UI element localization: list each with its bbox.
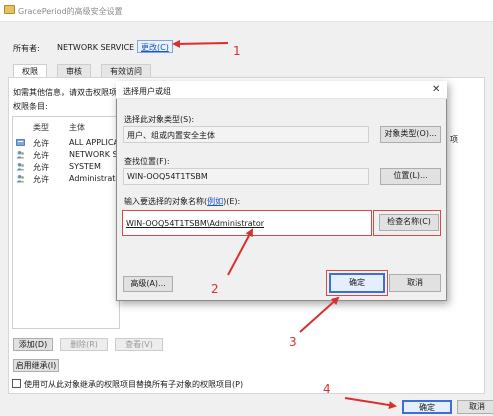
view-button[interactable]: 查看(V) — [115, 338, 163, 351]
user-icon — [16, 175, 25, 183]
owner-label: 所有者: — [13, 44, 40, 53]
user-icon — [16, 163, 25, 171]
object-names-label-prefix: 输入要选择的对象名称( — [124, 197, 208, 206]
tab-effective-access[interactable]: 有效访问 — [101, 64, 151, 77]
dialog-title: 选择用户或组 — [123, 87, 171, 96]
enable-inheritance-button[interactable]: 启用继承(I) — [13, 359, 59, 372]
permission-row[interactable]: 允许 NETWORK SE — [13, 149, 120, 161]
window-title: GracePeriod的高级安全设置 — [18, 7, 123, 16]
dialog-ok-button[interactable]: 确定 — [329, 273, 385, 293]
object-types-button[interactable]: 对象类型(O)... — [380, 126, 441, 143]
permission-principal: Administrator — [69, 174, 120, 183]
permissions-hint: 如需其他信息，请双击权限项 — [13, 88, 117, 97]
object-names-label: 输入要选择的对象名称(例如)(E): — [124, 196, 240, 207]
object-names-input[interactable]: WIN-OOQ54T1TSBM\Administrator — [122, 210, 372, 236]
replace-permissions-label: 使用可从此对象继承的权限项目替换所有子对象的权限项目(P) — [24, 380, 244, 389]
cancel-button[interactable]: 取消 — [457, 400, 493, 414]
object-type-field: 用户、组或内置安全主体 — [123, 126, 369, 143]
permission-principal: NETWORK SE — [69, 150, 120, 159]
add-button[interactable]: 添加(D) — [13, 338, 53, 351]
dialog-cancel-button[interactable]: 取消 — [389, 274, 441, 292]
permissions-column-partial: 项 — [450, 135, 458, 144]
permission-type: 允许 — [33, 139, 49, 148]
replace-permissions-checkbox[interactable] — [12, 379, 21, 388]
folder-icon — [4, 5, 15, 14]
permission-type: 允许 — [33, 163, 49, 172]
permission-principal: ALL APPLICAT — [69, 138, 120, 147]
ok-button[interactable]: 确定 — [402, 400, 452, 414]
owner-value: NETWORK SERVICE — [57, 43, 135, 52]
permission-entries-label: 权限条目: — [13, 102, 48, 111]
permission-entries-list[interactable]: 类型 主体 允许 ALL APPLICAT 允许 NETWORK SE 允许 S… — [12, 116, 120, 329]
examples-link[interactable]: 例如 — [207, 197, 223, 206]
location-field: WIN-OOQ54T1TSBM — [123, 168, 369, 185]
tab-permissions[interactable]: 权限 — [13, 64, 47, 78]
location-label: 查找位置(F): — [124, 157, 170, 166]
permission-type: 允许 — [33, 175, 49, 184]
permission-row[interactable]: 允许 ALL APPLICAT — [13, 137, 120, 149]
tab-auditing[interactable]: 审核 — [57, 64, 91, 77]
close-icon[interactable]: ✕ — [432, 84, 440, 95]
locations-button[interactable]: 位置(L)... — [380, 168, 441, 185]
remove-button[interactable]: 删除(R) — [60, 338, 108, 351]
owner-change-link[interactable]: 更改(C) — [137, 40, 173, 53]
permission-principal: SYSTEM — [69, 162, 101, 171]
column-header-principal[interactable]: 主体 — [69, 122, 85, 133]
user-icon — [16, 151, 25, 159]
column-header-type[interactable]: 类型 — [33, 122, 49, 133]
object-type-label: 选择此对象类型(S): — [124, 115, 195, 124]
permission-type: 允许 — [33, 151, 49, 160]
permission-row[interactable]: 允许 SYSTEM — [13, 161, 119, 173]
advanced-button[interactable]: 高级(A)... — [123, 276, 173, 292]
permission-row[interactable]: 允许 Administrator — [13, 173, 120, 185]
object-names-label-suffix: )(E): — [223, 197, 241, 206]
check-names-button[interactable]: 检查名称(C) — [379, 214, 439, 231]
group-icon — [16, 139, 25, 146]
